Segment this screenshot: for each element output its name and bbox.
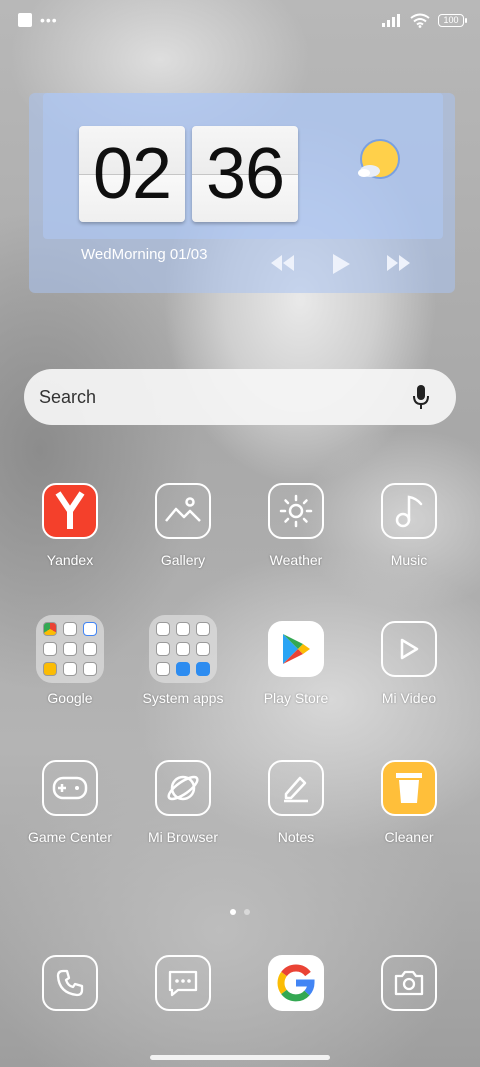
app-game-center[interactable]: Game Center — [14, 760, 126, 845]
hour-text: 02 — [92, 134, 172, 214]
music-note-icon — [381, 483, 437, 539]
folder-google[interactable]: Google — [14, 615, 126, 706]
yandex-icon — [42, 483, 98, 539]
fast-forward-icon[interactable] — [386, 253, 412, 273]
app-label: Play Store — [263, 690, 329, 706]
dock-camera[interactable] — [353, 955, 465, 1011]
app-gallery[interactable]: Gallery — [127, 483, 239, 568]
dock-messages[interactable] — [127, 955, 239, 1011]
app-label: Cleaner — [384, 829, 434, 845]
notification-icon — [18, 13, 32, 27]
widget-date: WedMorning 01/03 — [81, 246, 208, 263]
app-label: Notes — [277, 829, 315, 845]
minute-text: 36 — [205, 134, 285, 214]
signal-icon — [382, 13, 400, 27]
home-gesture-bar[interactable] — [150, 1055, 330, 1060]
microphone-icon[interactable] — [412, 384, 430, 410]
app-label: Music — [390, 552, 428, 568]
app-label: Mi Video — [381, 690, 437, 706]
app-yandex[interactable]: Yandex — [14, 483, 126, 568]
app-label: Yandex — [46, 552, 94, 568]
compass-icon — [156, 662, 170, 676]
scanner-icon — [176, 622, 190, 636]
settings-icon — [156, 622, 170, 636]
messages-icon — [155, 955, 211, 1011]
page-indicator — [0, 909, 480, 915]
google-folder-icon — [36, 615, 104, 683]
youtube-icon — [43, 642, 57, 656]
app-label: Google — [47, 690, 93, 706]
app-label: Game Center — [27, 829, 113, 845]
trash-bin-icon — [381, 760, 437, 816]
folder-system-apps[interactable]: System apps — [127, 615, 239, 706]
more-notifications-icon: ••• — [40, 12, 58, 28]
video-play-icon — [381, 621, 437, 677]
page-dot-active — [230, 909, 236, 915]
app-music[interactable]: Music — [353, 483, 465, 568]
mi-remote-icon — [176, 662, 190, 676]
play-store-icon — [268, 621, 324, 677]
search-placeholder: Search — [39, 386, 97, 407]
photos-icon — [43, 662, 57, 676]
app-mi-browser[interactable]: Mi Browser — [127, 760, 239, 845]
dock-phone[interactable] — [14, 955, 126, 1011]
calculator-icon — [176, 642, 190, 656]
assistant-icon — [83, 662, 97, 676]
chrome-icon — [43, 622, 57, 636]
status-bar: ••• 100 — [0, 0, 480, 40]
gamepad-icon — [42, 760, 98, 816]
page-dot — [244, 909, 250, 915]
security-icon — [196, 622, 210, 636]
battery-icon: 100 — [438, 13, 467, 27]
app-label: Mi Browser — [147, 829, 218, 845]
partly-sunny-icon[interactable] — [356, 138, 406, 184]
app-notes[interactable]: Notes — [240, 760, 352, 845]
themes-icon — [156, 642, 170, 656]
app-weather[interactable]: Weather — [240, 483, 352, 568]
rewind-icon[interactable] — [269, 253, 295, 273]
app-label: System apps — [142, 690, 224, 706]
wifi-icon — [410, 13, 430, 28]
help-icon — [196, 662, 210, 676]
battery-level: 100 — [443, 15, 459, 25]
clock-hour[interactable]: 02 — [79, 126, 185, 222]
app-label: Weather — [269, 552, 323, 568]
weather-sun-icon — [268, 483, 324, 539]
camera-icon — [381, 955, 437, 1011]
play-icon[interactable] — [331, 253, 351, 275]
google-icon — [268, 955, 324, 1011]
system-apps-folder-icon — [149, 615, 217, 683]
gallery-icon — [155, 483, 211, 539]
gmail-icon — [63, 622, 77, 636]
files-icon — [63, 662, 77, 676]
meet-icon — [83, 642, 97, 656]
browser-planet-icon — [155, 760, 211, 816]
clock-minute[interactable]: 36 — [192, 126, 298, 222]
dock-google[interactable] — [240, 955, 352, 1011]
pencil-icon — [268, 760, 324, 816]
phone-icon — [42, 955, 98, 1011]
app-label: Gallery — [160, 552, 206, 568]
app-cleaner[interactable]: Cleaner — [353, 760, 465, 845]
downloads-icon — [196, 642, 210, 656]
app-mi-video[interactable]: Mi Video — [353, 621, 465, 706]
maps-icon — [83, 622, 97, 636]
drive-icon — [63, 642, 77, 656]
app-play-store[interactable]: Play Store — [240, 621, 352, 706]
search-bar[interactable]: Search — [24, 369, 456, 425]
